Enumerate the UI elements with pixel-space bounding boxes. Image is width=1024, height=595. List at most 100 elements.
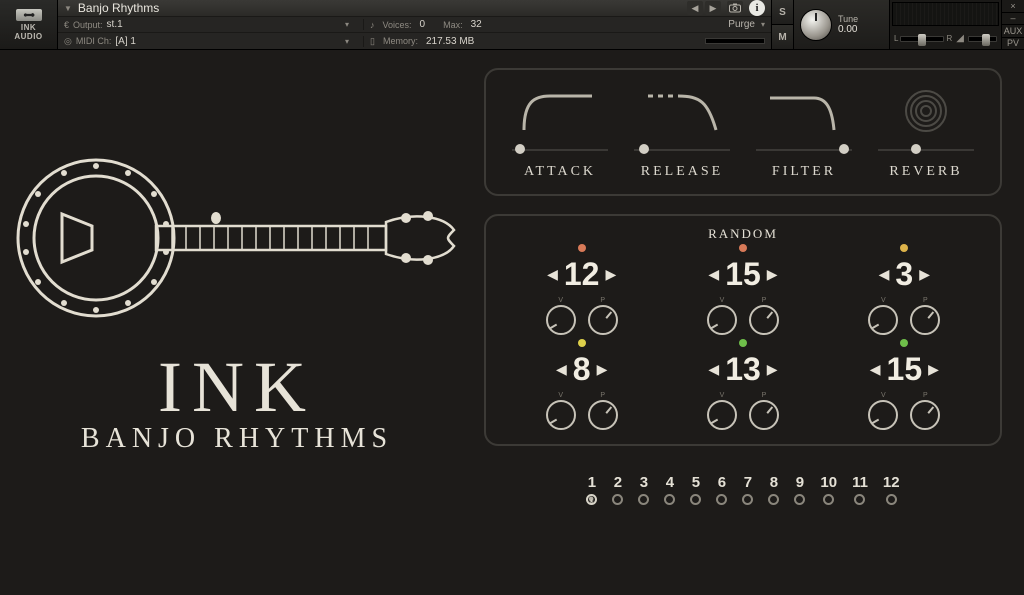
- step-number: 9: [796, 474, 804, 491]
- random-value[interactable]: 12: [564, 256, 600, 293]
- prev-arrow[interactable]: ◀: [870, 361, 881, 378]
- step-dot[interactable]: [886, 494, 897, 505]
- step-dot[interactable]: [586, 494, 597, 505]
- step-dot[interactable]: [742, 494, 753, 505]
- header-mid: ▼ Banjo Rhythms ◀ ▶ i € Output: st.1 ▾ ♪: [58, 0, 771, 49]
- step-dot[interactable]: [768, 494, 779, 505]
- filter-slider[interactable]: [756, 142, 852, 156]
- pan-knob[interactable]: [749, 305, 779, 335]
- instrument-title: Banjo Rhythms: [78, 1, 681, 15]
- next-arrow[interactable]: ▶: [605, 266, 616, 283]
- step-3[interactable]: 3: [638, 474, 649, 505]
- purge-block[interactable]: Purge ▾: [571, 19, 766, 30]
- next-arrow[interactable]: ▶: [597, 361, 608, 378]
- random-value[interactable]: 3: [895, 256, 913, 293]
- step-6[interactable]: 6: [716, 474, 727, 505]
- step-9[interactable]: 9: [794, 474, 805, 505]
- pan-knob[interactable]: [588, 400, 618, 430]
- step-8[interactable]: 8: [768, 474, 779, 505]
- step-1[interactable]: 1: [586, 474, 597, 505]
- pan-knob[interactable]: [910, 305, 940, 335]
- step-number: 7: [744, 474, 752, 491]
- pan-knob[interactable]: [749, 400, 779, 430]
- step-dot[interactable]: [716, 494, 727, 505]
- next-arrow[interactable]: ▶: [767, 361, 778, 378]
- prev-arrow[interactable]: ◀: [708, 361, 719, 378]
- attack-slider[interactable]: [512, 142, 608, 156]
- filter-cell: FILTER: [748, 86, 860, 180]
- pan-knob[interactable]: [588, 305, 618, 335]
- max-voices-value[interactable]: 32: [471, 19, 482, 30]
- pan-knob[interactable]: [910, 400, 940, 430]
- random-value[interactable]: 13: [725, 351, 761, 388]
- step-7[interactable]: 7: [742, 474, 753, 505]
- release-cell: RELEASE: [626, 86, 738, 180]
- mute-button[interactable]: M: [772, 25, 793, 49]
- instrument-right: ATTACK RELEASE: [474, 50, 1024, 595]
- banjo-illustration: [14, 156, 460, 320]
- vendor-logo: INK AUDIO: [14, 23, 42, 41]
- prev-arrow[interactable]: ◀: [879, 266, 890, 283]
- velocity-knob[interactable]: [868, 400, 898, 430]
- velocity-knob[interactable]: [546, 305, 576, 335]
- info-button[interactable]: i: [749, 0, 765, 16]
- output-field[interactable]: € Output: st.1 ▾: [64, 19, 364, 30]
- next-button[interactable]: ▶: [705, 1, 721, 15]
- minimize-button[interactable]: –: [1002, 13, 1024, 26]
- tune-knob[interactable]: [800, 9, 832, 41]
- volume-icon: ◢: [956, 33, 964, 44]
- prev-arrow[interactable]: ◀: [708, 266, 719, 283]
- reverb-cell: REVERB: [870, 86, 982, 180]
- release-slider[interactable]: [634, 142, 730, 156]
- velocity-knob[interactable]: [546, 400, 576, 430]
- prev-arrow[interactable]: ◀: [547, 266, 558, 283]
- dropdown-triangle[interactable]: ▾: [345, 20, 349, 29]
- step-number: 10: [820, 474, 837, 491]
- reverb-slider[interactable]: [878, 142, 974, 156]
- aux-button[interactable]: AUX: [1002, 25, 1024, 38]
- next-arrow[interactable]: ▶: [928, 361, 939, 378]
- filter-curve-icon: [764, 90, 844, 134]
- dropdown-triangle[interactable]: ▼: [64, 4, 72, 13]
- midi-field[interactable]: ◎ MIDI Ch: [A] 1 ▾: [64, 36, 364, 47]
- header-right: S M Tune 0.00 L R ◢ × –: [771, 0, 1024, 49]
- step-5[interactable]: 5: [690, 474, 701, 505]
- step-11[interactable]: 11: [852, 474, 868, 505]
- random-value[interactable]: 15: [725, 256, 761, 293]
- prev-button[interactable]: ◀: [687, 1, 703, 15]
- step-2[interactable]: 2: [612, 474, 623, 505]
- step-dot[interactable]: [690, 494, 701, 505]
- step-4[interactable]: 4: [664, 474, 675, 505]
- random-led: [739, 339, 747, 347]
- purge-meter: [571, 38, 766, 44]
- prev-arrow[interactable]: ◀: [556, 361, 567, 378]
- instrument-left: INK BANJO RHYTHMS: [0, 50, 474, 595]
- step-10[interactable]: 10: [820, 474, 837, 505]
- pan-control[interactable]: L R: [894, 34, 952, 43]
- tune-value[interactable]: 0.00: [838, 24, 858, 35]
- wrench-icon[interactable]: [16, 9, 42, 21]
- dropdown-triangle[interactable]: ▾: [345, 37, 349, 46]
- next-arrow[interactable]: ▶: [919, 266, 930, 283]
- velocity-knob[interactable]: [707, 305, 737, 335]
- close-button[interactable]: ×: [1002, 0, 1024, 13]
- step-number: 11: [852, 474, 868, 491]
- step-dot[interactable]: [664, 494, 675, 505]
- pv-button[interactable]: PV: [1002, 38, 1024, 50]
- step-dot[interactable]: [794, 494, 805, 505]
- step-number: 2: [614, 474, 622, 491]
- volume-slider[interactable]: [968, 36, 997, 42]
- random-value[interactable]: 15: [887, 351, 923, 388]
- random-value[interactable]: 8: [573, 351, 591, 388]
- step-dot[interactable]: [823, 494, 834, 505]
- velocity-knob[interactable]: [707, 400, 737, 430]
- step-12[interactable]: 12: [883, 474, 900, 505]
- snapshot-camera-icon[interactable]: [727, 1, 743, 15]
- solo-button[interactable]: S: [772, 0, 793, 25]
- step-dot[interactable]: [612, 494, 623, 505]
- step-dot[interactable]: [854, 494, 865, 505]
- step-dot[interactable]: [638, 494, 649, 505]
- next-arrow[interactable]: ▶: [767, 266, 778, 283]
- attack-cell: ATTACK: [504, 86, 616, 180]
- velocity-knob[interactable]: [868, 305, 898, 335]
